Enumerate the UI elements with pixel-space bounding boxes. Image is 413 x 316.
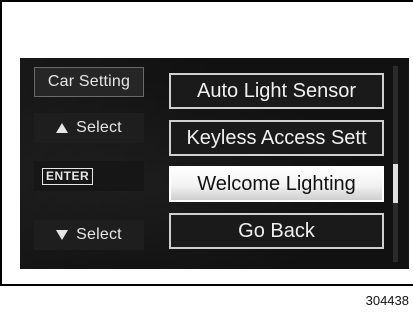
- menu-item-label: Welcome Lighting: [197, 172, 356, 195]
- scrollbar-track[interactable]: [393, 66, 398, 262]
- select-down-label: Select: [76, 226, 122, 243]
- select-up-label: Select: [76, 119, 122, 136]
- enter-label: ENTER: [42, 167, 94, 185]
- scrollbar-thumb[interactable]: [393, 164, 398, 204]
- left-border: [0, 0, 2, 286]
- menu-item-go-back[interactable]: Go Back: [169, 213, 384, 249]
- menu-item-label: Keyless Access Sett: [186, 126, 367, 149]
- display-screen: Car Setting Select ENTER Select Auto Lig…: [20, 58, 409, 269]
- select-down-button[interactable]: Select: [34, 220, 144, 250]
- triangle-up-icon: [56, 123, 69, 133]
- menu-item-label: Auto Light Sensor: [197, 79, 356, 102]
- figure-id: 304438: [365, 293, 409, 308]
- car-setting-button[interactable]: Car Setting: [34, 67, 144, 97]
- top-border: [0, 0, 413, 2]
- enter-button[interactable]: ENTER: [34, 161, 144, 191]
- menu-item-welcome-lighting[interactable]: Welcome Lighting: [169, 166, 384, 202]
- menu-item-label: Go Back: [238, 219, 315, 242]
- car-setting-label: Car Setting: [47, 73, 131, 90]
- triangle-down-icon: [56, 230, 69, 240]
- menu-item-keyless-access-settings[interactable]: Keyless Access Sett: [169, 120, 384, 156]
- select-up-button[interactable]: Select: [34, 113, 144, 143]
- bottom-border: [0, 284, 413, 286]
- menu-item-auto-light-sensor[interactable]: Auto Light Sensor: [169, 73, 384, 109]
